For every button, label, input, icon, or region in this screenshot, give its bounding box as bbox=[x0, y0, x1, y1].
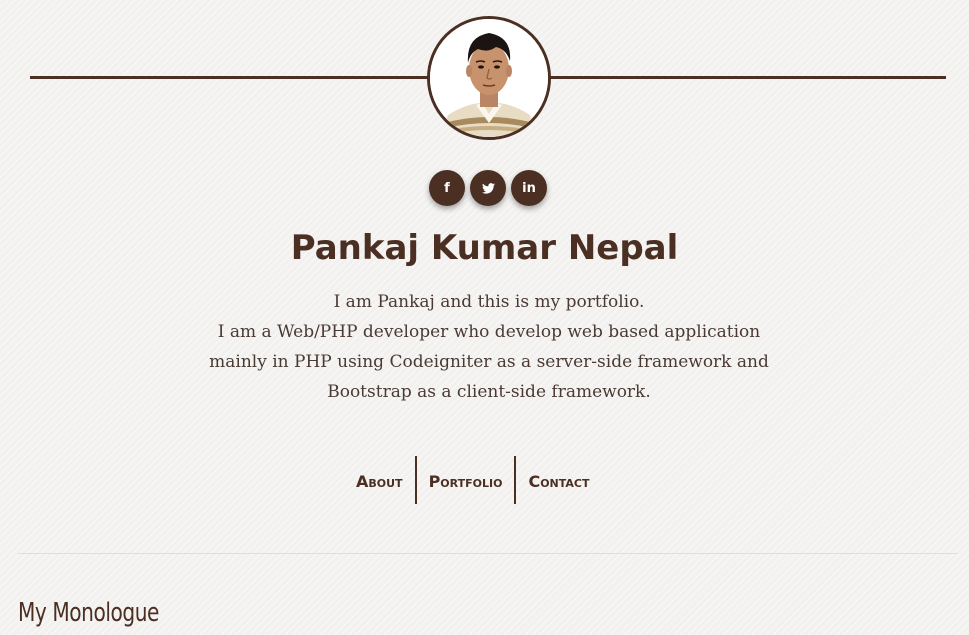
facebook-button[interactable]: f bbox=[429, 170, 465, 206]
linkedin-icon: in bbox=[522, 180, 536, 196]
header-rule-right bbox=[548, 76, 946, 79]
nav-portfolio[interactable]: Portfolio bbox=[417, 456, 515, 504]
avatar-photo bbox=[430, 19, 548, 137]
page-title: Pankaj Kumar Nepal bbox=[290, 228, 679, 268]
bio: I am Pankaj and this is my portfolio. I … bbox=[195, 287, 783, 407]
twitter-button[interactable] bbox=[470, 170, 506, 206]
section-divider bbox=[18, 553, 958, 554]
social-links: f in bbox=[429, 170, 549, 208]
bio-line-intro: I am Pankaj and this is my portfolio. bbox=[333, 292, 645, 312]
linkedin-button[interactable]: in bbox=[511, 170, 547, 206]
twitter-icon bbox=[481, 182, 495, 194]
section-title: My Monologue bbox=[18, 598, 160, 628]
bio-line-details: I am a Web/PHP developer who develop web… bbox=[209, 322, 769, 402]
avatar bbox=[427, 16, 551, 140]
header-rule-left bbox=[30, 76, 430, 79]
facebook-icon: f bbox=[444, 180, 450, 196]
nav-about[interactable]: About bbox=[344, 456, 415, 504]
nav-contact[interactable]: Contact bbox=[516, 456, 601, 504]
main-nav: About Portfolio Contact bbox=[344, 456, 602, 504]
